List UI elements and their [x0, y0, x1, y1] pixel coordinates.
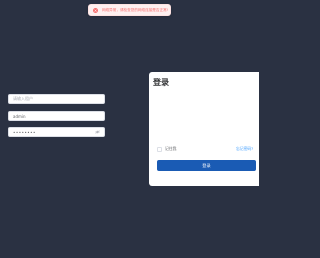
tenant-input[interactable]: 请输入租户	[8, 94, 105, 104]
login-button[interactable]: 登录	[157, 160, 256, 171]
error-icon: ×	[93, 7, 98, 13]
error-toast: × 网络异常，请检查您的网络连接是否正常!	[88, 4, 171, 16]
forgot-password-link[interactable]: 忘记密码?	[236, 146, 253, 152]
login-title: 登录	[153, 78, 169, 87]
username-input[interactable]: admin	[8, 111, 105, 121]
password-input[interactable]: ••••••••	[8, 127, 105, 137]
password-value: ••••••••	[13, 129, 36, 135]
remember-me[interactable]: 记住我	[157, 146, 176, 152]
toast-message: 网络异常，请检查您的网络连接是否正常!	[102, 7, 169, 12]
remember-checkbox[interactable]	[157, 146, 162, 152]
tenant-placeholder: 请输入租户	[13, 96, 33, 101]
remember-label: 记住我	[165, 146, 177, 151]
eye-off-icon[interactable]	[95, 130, 100, 134]
username-value: admin	[13, 113, 26, 119]
